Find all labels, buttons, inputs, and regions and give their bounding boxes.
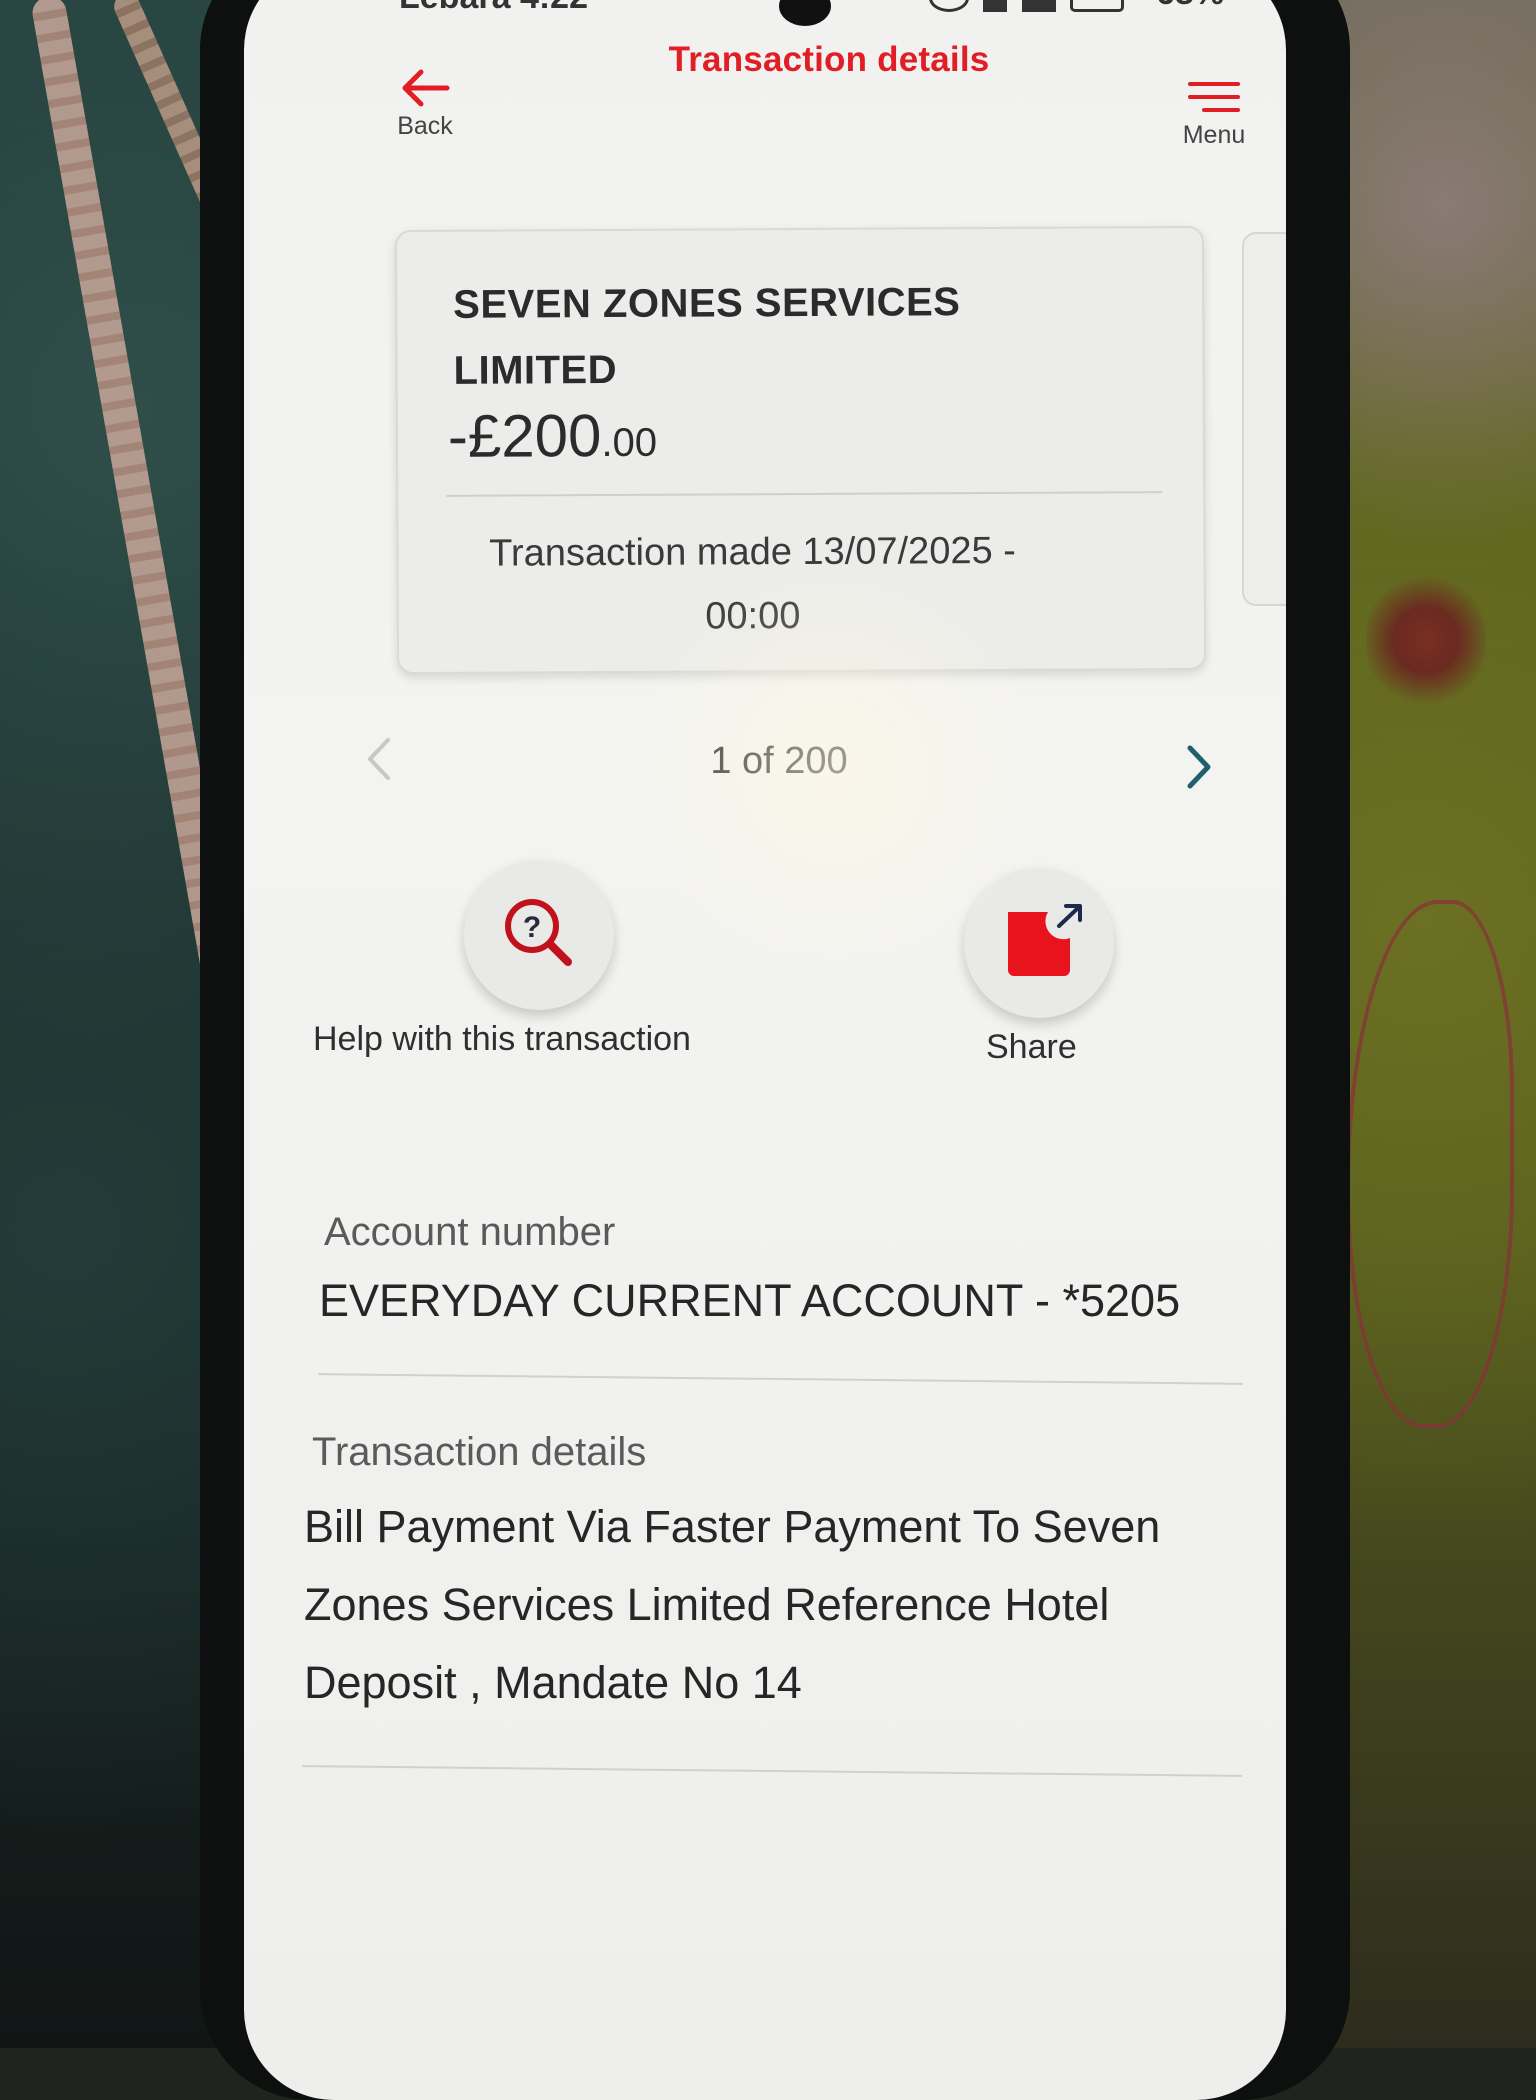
next-card-peek[interactable] <box>1242 232 1286 606</box>
account-number-value: EVERYDAY CURRENT ACCOUNT - *5205 <box>319 1275 1181 1326</box>
arrow-left-icon <box>402 69 450 107</box>
date-line-2: 00:00 <box>705 595 801 638</box>
menu-button[interactable]: Menu <box>1164 82 1264 182</box>
transaction-summary-card: SEVEN ZONES SERVICES LIMITED -£200.00 Tr… <box>394 225 1207 675</box>
app-screen: Lebara 4:22 68% Back Transaction details… <box>244 0 1286 2100</box>
amount-pence: .00 <box>601 420 658 466</box>
next-transaction-button[interactable] <box>1184 744 1224 794</box>
carrier-time: Lebara 4:22 <box>399 0 588 17</box>
card-divider <box>446 491 1163 497</box>
embroidery-vine <box>1346 900 1514 1428</box>
eye-icon <box>929 0 969 12</box>
chevron-right-icon <box>1187 745 1211 789</box>
section-divider <box>302 1765 1242 1777</box>
section-divider <box>318 1373 1243 1385</box>
page-title: Transaction details <box>668 40 990 79</box>
back-button[interactable]: Back <box>380 68 470 178</box>
embroidery-flower <box>1366 570 1486 710</box>
share-icon <box>1008 904 1082 976</box>
help-label[interactable]: Help with this transaction <box>313 1020 691 1059</box>
signal-icon <box>1021 0 1056 12</box>
previous-transaction-button[interactable] <box>364 736 404 786</box>
pagination-counter: 1 of 200 <box>710 740 848 782</box>
front-camera <box>779 0 831 26</box>
help-button[interactable]: ? <box>464 860 614 1010</box>
account-number-label: Account number <box>324 1210 616 1254</box>
share-button[interactable] <box>964 868 1114 1018</box>
date-line-1: Transaction made 13/07/2025 - <box>489 529 1016 575</box>
magnifier-question-icon: ? <box>505 899 572 966</box>
back-label: Back <box>397 112 453 140</box>
hamburger-icon <box>1188 82 1240 112</box>
transaction-details-value: Bill Payment Via Faster Payment To Seven… <box>304 1501 1161 1708</box>
svg-text:?: ? <box>523 911 541 944</box>
payee-name: SEVEN ZONES SERVICES LIMITED <box>453 280 961 393</box>
status-bar: Lebara 4:22 68% <box>244 0 1286 30</box>
share-label[interactable]: Share <box>986 1028 1077 1067</box>
wifi-icon <box>983 0 1008 12</box>
chevron-left-icon <box>368 738 390 780</box>
transaction-date: Transaction made 13/07/2025 - 00:00 <box>442 519 1063 650</box>
battery-icon <box>1070 0 1125 12</box>
transaction-amount: -£200.00 <box>448 401 657 471</box>
transaction-details-label: Transaction details <box>312 1430 647 1474</box>
battery-percentage: 68% <box>1156 0 1224 13</box>
amount-main: -£200 <box>447 402 602 470</box>
menu-label: Menu <box>1182 121 1246 149</box>
